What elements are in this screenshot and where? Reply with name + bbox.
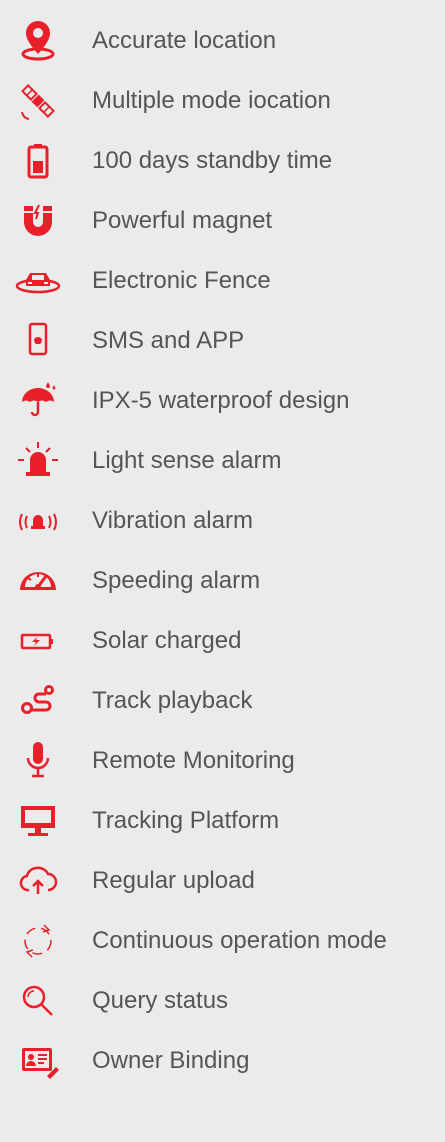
feature-label: Regular upload bbox=[92, 867, 255, 894]
feature-label: SMS and APP bbox=[92, 327, 245, 354]
feature-item: Continuous operation mode bbox=[0, 916, 445, 966]
feature-item: Electronic Fence bbox=[0, 256, 445, 306]
feature-label: Remote Monitoring bbox=[92, 747, 295, 774]
feature-item: Regular upload bbox=[0, 856, 445, 906]
feature-label: 100 days standby time bbox=[92, 147, 333, 174]
feature-label: Speeding alarm bbox=[92, 567, 261, 594]
speedometer-icon bbox=[14, 556, 62, 606]
feature-label: Powerful magnet bbox=[92, 207, 273, 234]
feature-label: Owner Binding bbox=[92, 1047, 250, 1074]
feature-label: Track playback bbox=[92, 687, 253, 714]
vibration-bell-icon bbox=[14, 496, 62, 546]
umbrella-icon bbox=[14, 376, 62, 426]
satellite-icon bbox=[14, 76, 62, 126]
feature-label: Electronic Fence bbox=[92, 267, 271, 294]
cycle-arrows-icon bbox=[14, 916, 62, 966]
battery-icon bbox=[14, 136, 62, 186]
feature-label: Query status bbox=[92, 987, 229, 1014]
feature-item: IPX-5 waterproof design bbox=[0, 376, 445, 426]
smartphone-icon bbox=[14, 316, 62, 366]
feature-label: Continuous operation mode bbox=[92, 927, 387, 954]
feature-item: SMS and APP bbox=[0, 316, 445, 366]
feature-list: Accurate location Multiple mode iocation bbox=[0, 0, 445, 1142]
feature-item: Vibration alarm bbox=[0, 496, 445, 546]
siren-icon bbox=[14, 436, 62, 486]
feature-label: Solar charged bbox=[92, 627, 242, 654]
feature-label: IPX-5 waterproof design bbox=[92, 387, 350, 414]
car-icon bbox=[14, 256, 62, 306]
feature-item: Remote Monitoring bbox=[0, 736, 445, 786]
charging-battery-icon bbox=[14, 616, 62, 666]
feature-label: Tracking Platform bbox=[92, 807, 280, 834]
feature-label: Light sense alarm bbox=[92, 447, 282, 474]
feature-item: Powerful magnet bbox=[0, 196, 445, 246]
cloud-upload-icon bbox=[14, 856, 62, 906]
route-icon bbox=[14, 676, 62, 726]
feature-item: Solar charged bbox=[0, 616, 445, 666]
search-icon bbox=[14, 976, 62, 1026]
monitor-icon bbox=[14, 796, 62, 846]
magnet-icon bbox=[14, 196, 62, 246]
feature-item: Accurate location bbox=[0, 16, 445, 66]
feature-label: Multiple mode iocation bbox=[92, 87, 331, 114]
feature-item: 100 days standby time bbox=[0, 136, 445, 186]
location-pin-icon bbox=[14, 16, 62, 66]
feature-item: Speeding alarm bbox=[0, 556, 445, 606]
feature-item: Track playback bbox=[0, 676, 445, 726]
feature-item: Multiple mode iocation bbox=[0, 76, 445, 126]
feature-item: Tracking Platform bbox=[0, 796, 445, 846]
feature-item: Light sense alarm bbox=[0, 436, 445, 486]
feature-label: Accurate location bbox=[92, 27, 277, 54]
feature-item: Query status bbox=[0, 976, 445, 1026]
feature-label: Vibration alarm bbox=[92, 507, 253, 534]
feature-item: Owner Binding bbox=[0, 1036, 445, 1086]
id-card-icon bbox=[14, 1036, 62, 1086]
microphone-icon bbox=[14, 736, 62, 786]
